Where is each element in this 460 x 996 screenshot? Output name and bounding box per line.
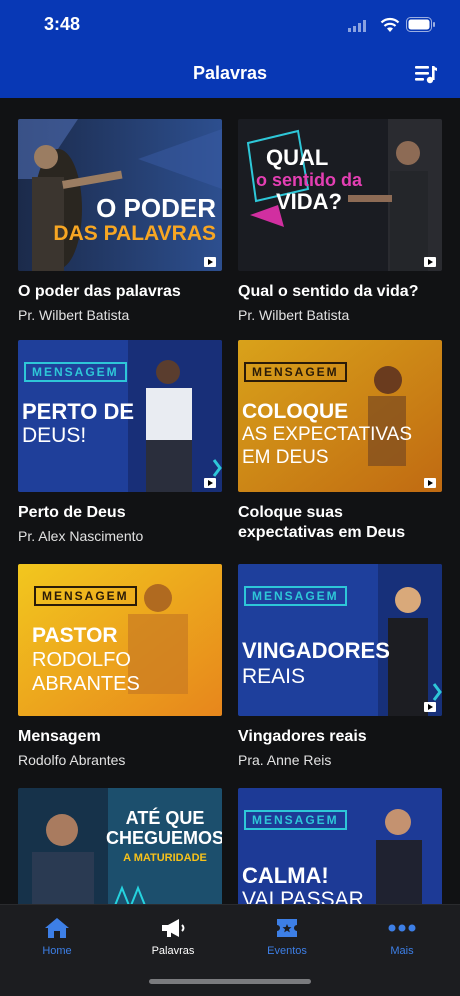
sermon-thumbnail[interactable]: QUAL o sentido da VIDA? [238, 119, 442, 271]
thumb-text: REAIS [242, 665, 306, 688]
thumb-text: ABRANTES [32, 673, 140, 695]
sermon-thumbnail[interactable]: ATÉ QUE CHEGUEMOS A MATURIDADE [18, 788, 222, 904]
tab-palavras[interactable]: Palavras [128, 913, 218, 957]
thumb-text: RODOLFO [32, 649, 131, 671]
thumb-text: PASTOR [32, 624, 118, 647]
play-icon [424, 257, 436, 267]
thumb-text: QUAL [266, 145, 329, 170]
tab-label: Palavras [151, 945, 195, 957]
mensagem-tag: MENSAGEM [34, 586, 137, 606]
more-icon [388, 924, 416, 932]
sermon-author: Pr. Wilbert Batista [238, 307, 350, 323]
sermon-card[interactable]: MENSAGEM VINGADORES REAIS Vingadores rea… [238, 564, 442, 768]
sermon-card[interactable]: ATÉ QUE CHEGUEMOS A MATURIDADE [18, 788, 222, 904]
battery-icon [406, 17, 435, 32]
status-bar: 3:48 [0, 0, 460, 50]
sermon-title: O poder das palavras [18, 283, 181, 300]
thumb-text: COLOQUE [242, 400, 349, 423]
thumb-text: CHEGUEMOS [106, 828, 222, 848]
wifi-icon [380, 17, 400, 32]
thumb-text: DEUS! [22, 424, 87, 447]
play-icon [204, 478, 216, 488]
play-icon [204, 257, 216, 267]
play-icon [424, 702, 436, 712]
thumb-text: EM DEUS [242, 447, 329, 468]
sermon-author: Pra. Anne Reis [238, 752, 332, 768]
sermon-title: Mensagem [18, 728, 101, 745]
signal-icon [348, 20, 366, 32]
sermon-author: Rodolfo Abrantes [18, 752, 126, 768]
mensagem-tag: MENSAGEM [244, 362, 347, 382]
sermon-card[interactable]: MENSAGEM CALMA! VAI PASSAR [238, 788, 442, 904]
sermon-thumbnail[interactable]: MENSAGEM CALMA! VAI PASSAR [238, 788, 442, 904]
thumb-text: O PODER [96, 193, 216, 223]
mensagem-tag: MENSAGEM [244, 810, 347, 830]
thumb-text: ATÉ QUE [125, 808, 205, 828]
sermon-title: Coloque suas expectativas em Deus [238, 504, 406, 541]
mensagem-tag: MENSAGEM [24, 362, 127, 382]
thumb-text: A MATURIDADE [123, 852, 207, 864]
mensagem-tag: MENSAGEM [244, 586, 347, 606]
thumb-text: VIDA? [276, 189, 342, 214]
playlist-icon[interactable] [414, 63, 438, 85]
tab-eventos[interactable]: Eventos [242, 913, 332, 957]
home-icon [45, 918, 69, 938]
tab-label: Eventos [267, 945, 307, 957]
thumb-text: VAI PASSAR [242, 888, 364, 904]
sermon-title: Qual o sentido da vida? [238, 283, 419, 300]
sermon-grid: O PODER DAS PALAVRAS O poder das palavra… [0, 98, 460, 904]
sermon-card[interactable]: MENSAGEM COLOQUE AS EXPECTATIVAS EM DEUS… [238, 340, 442, 543]
thumb-text: AS EXPECTATIVAS [242, 424, 412, 445]
thumb-text: VINGADORES [242, 638, 390, 663]
tab-label: Home [42, 945, 72, 957]
tab-home[interactable]: Home [12, 913, 102, 957]
sermon-thumbnail[interactable]: O PODER DAS PALAVRAS [18, 119, 222, 271]
page-title: Palavras [192, 63, 268, 83]
sermon-title: Vingadores reais [238, 728, 367, 745]
sermon-author: Pr. Wilbert Batista [18, 307, 130, 323]
megaphone-icon [162, 919, 185, 937]
home-indicator [149, 979, 311, 984]
sermon-title: Perto de Deus [18, 504, 126, 521]
sermon-card[interactable]: MENSAGEM PASTOR RODOLFO ABRANTES Mensage… [18, 564, 222, 768]
tab-mais[interactable]: Mais [357, 913, 447, 957]
sermon-thumbnail[interactable]: MENSAGEM PASTOR RODOLFO ABRANTES [18, 564, 222, 716]
thumb-text: o sentido da [256, 170, 363, 190]
thumb-text: DAS PALAVRAS [53, 222, 216, 245]
sermon-thumbnail[interactable]: MENSAGEM COLOQUE AS EXPECTATIVAS EM DEUS [238, 340, 442, 492]
sermon-thumbnail[interactable]: MENSAGEM VINGADORES REAIS [238, 564, 442, 716]
ticket-icon [277, 919, 297, 937]
sermon-card[interactable]: QUAL o sentido da VIDA? Qual o sentido d… [238, 119, 442, 323]
sermon-author: Pr. Alex Nascimento [18, 528, 144, 544]
status-time: 3:48 [44, 14, 81, 34]
thumb-text: PERTO DE [22, 399, 135, 424]
sermon-card[interactable]: O PODER DAS PALAVRAS O poder das palavra… [18, 119, 222, 323]
thumb-text: CALMA! [242, 863, 329, 888]
sermon-thumbnail[interactable]: MENSAGEM PERTO DE DEUS! [18, 340, 222, 492]
play-icon [424, 478, 436, 488]
header: 3:48 Palavras [0, 0, 460, 98]
sermon-card[interactable]: MENSAGEM PERTO DE DEUS! Perto de Deus Pr… [18, 340, 222, 544]
tab-label: Mais [390, 945, 414, 957]
